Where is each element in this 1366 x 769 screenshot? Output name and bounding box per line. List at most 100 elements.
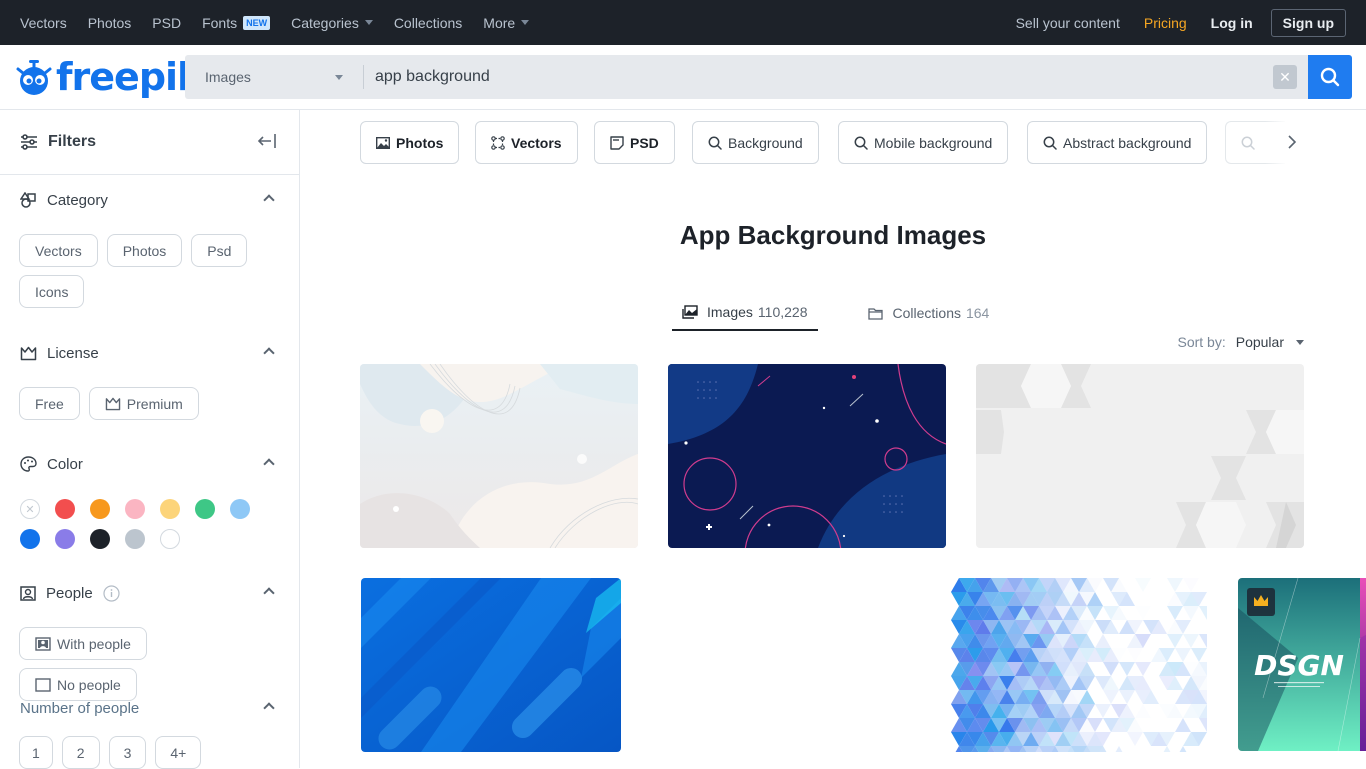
info-icon[interactable] — [103, 584, 120, 602]
pricing-link[interactable]: Pricing — [1144, 15, 1187, 31]
license-section: License Free Premium — [0, 343, 300, 420]
people-section: People With people No people — [0, 583, 300, 701]
people-count-2[interactable]: 2 — [61, 736, 100, 769]
shapes-icon — [20, 192, 36, 208]
related-vectors[interactable]: Vectors — [475, 121, 578, 164]
sort-dropdown[interactable]: Sort by: Popular — [1177, 334, 1304, 350]
color-swatch[interactable] — [160, 529, 180, 549]
chevron-up-icon — [263, 194, 275, 206]
result-thumbnail[interactable] — [951, 578, 1207, 752]
related-photos[interactable]: Photos — [360, 121, 460, 164]
search-input[interactable] — [364, 68, 1273, 86]
color-swatch-none[interactable]: ✕ — [20, 499, 40, 519]
nav-fonts[interactable]: Fonts NEW — [202, 15, 271, 31]
search-bar: Images ✕ — [185, 55, 1308, 99]
related-next-button[interactable] — [1286, 134, 1298, 155]
nav-collections[interactable]: Collections — [394, 15, 462, 31]
chip-label: Background — [728, 134, 803, 151]
result-thumbnail[interactable] — [668, 364, 946, 548]
nav-photos[interactable]: Photos — [88, 15, 132, 31]
caret-down-icon — [1296, 339, 1304, 345]
light-pastel-wave-image — [360, 364, 638, 548]
freepik-logo[interactable]: freepik — [15, 55, 202, 99]
nav-more[interactable]: More — [483, 15, 530, 31]
section-title: Category — [47, 191, 108, 209]
color-swatch[interactable] — [230, 499, 250, 519]
people-header[interactable]: People — [0, 583, 300, 603]
tab-label: Collections — [892, 305, 961, 321]
people-count-4plus[interactable]: 4+ — [155, 736, 202, 769]
nav-categories[interactable]: Categories — [291, 15, 373, 31]
related-mobile-background[interactable]: Mobile background — [838, 121, 1009, 164]
result-thumbnail[interactable] — [360, 364, 638, 548]
category-icons[interactable]: Icons — [19, 275, 85, 308]
blue-triangle-mosaic-image — [951, 578, 1207, 752]
results-area: Photos Vectors PSD Background Mobile bac… — [300, 110, 1366, 768]
section-title: People — [46, 584, 93, 602]
sell-content-link[interactable]: Sell your content — [1016, 15, 1120, 31]
signup-button[interactable]: Sign up — [1270, 8, 1346, 37]
new-badge: NEW — [243, 15, 271, 30]
result-thumbnail[interactable] — [361, 578, 621, 752]
page-title: App Background Images — [679, 220, 987, 250]
category-psd[interactable]: Psd — [191, 234, 248, 267]
color-swatches: ✕ — [0, 499, 300, 549]
color-swatch[interactable] — [160, 499, 180, 519]
caret-down-icon — [335, 75, 343, 80]
chip-label: Photos — [396, 134, 444, 151]
result-thumbnail-premium[interactable]: DSGN DSGN DSGN — [1238, 578, 1366, 751]
chevron-up-icon — [263, 458, 275, 470]
search-icon — [854, 136, 868, 150]
number-of-people-options: 1 2 3 4+ — [0, 736, 270, 769]
color-swatch[interactable] — [90, 499, 110, 519]
related-background[interactable]: Background — [692, 121, 819, 164]
related-psd[interactable]: PSD — [594, 121, 675, 164]
filters-header: Filters — [0, 110, 299, 175]
color-swatch[interactable] — [55, 499, 75, 519]
color-swatch[interactable] — [55, 529, 75, 549]
category-photos[interactable]: Photos — [106, 234, 183, 267]
empty-square-icon — [35, 677, 51, 692]
dsgn-posters-image: DSGN DSGN DSGN — [1238, 578, 1366, 751]
search-icon — [1241, 136, 1255, 150]
chip-label: PSD — [630, 134, 659, 151]
color-swatch[interactable] — [20, 529, 40, 549]
chip-label: With people — [57, 635, 131, 652]
search-type-value: Images — [205, 69, 251, 85]
nav-psd[interactable]: PSD — [152, 15, 181, 31]
tab-collections[interactable]: Collections 164 — [867, 303, 989, 331]
clear-search-button[interactable]: ✕ — [1273, 65, 1297, 89]
search-type-select[interactable]: Images — [185, 55, 363, 99]
nav-label: Vectors — [20, 14, 67, 31]
category-vectors[interactable]: Vectors — [19, 234, 98, 267]
number-of-people-section: Number of people 1 2 3 4+ — [0, 698, 300, 769]
license-free[interactable]: Free — [19, 387, 80, 420]
license-options: Free Premium — [0, 387, 270, 420]
color-swatch[interactable] — [195, 499, 215, 519]
result-thumbnail[interactable] — [976, 364, 1304, 548]
color-header[interactable]: Color — [0, 454, 300, 474]
sort-label: Sort by: — [1177, 334, 1226, 350]
with-people-option[interactable]: With people — [19, 627, 147, 660]
color-swatch[interactable] — [125, 499, 145, 519]
main-nav: Vectors Photos PSD Fonts NEW Categories C… — [20, 15, 550, 31]
folder-icon — [867, 307, 883, 320]
license-premium[interactable]: Premium — [88, 387, 199, 420]
dark-blue-geometric-image — [668, 364, 946, 548]
search-button[interactable] — [1308, 55, 1352, 99]
license-header[interactable]: License — [0, 343, 300, 363]
related-abstract-background[interactable]: Abstract background — [1027, 121, 1208, 164]
login-link[interactable]: Log in — [1211, 15, 1253, 31]
no-people-option[interactable]: No people — [19, 668, 137, 701]
category-header[interactable]: Category — [0, 190, 300, 210]
tab-images[interactable]: Images 110,228 — [672, 303, 818, 331]
color-swatch[interactable] — [90, 529, 110, 549]
people-count-1[interactable]: 1 — [19, 736, 53, 769]
sliders-icon — [21, 134, 37, 150]
nav-vectors[interactable]: Vectors — [20, 15, 67, 31]
collapse-sidebar-button[interactable] — [257, 132, 277, 155]
logo-text: freepik — [56, 55, 202, 99]
people-count-3[interactable]: 3 — [108, 736, 147, 769]
color-swatch[interactable] — [125, 529, 145, 549]
number-of-people-header[interactable]: Number of people — [0, 698, 300, 718]
